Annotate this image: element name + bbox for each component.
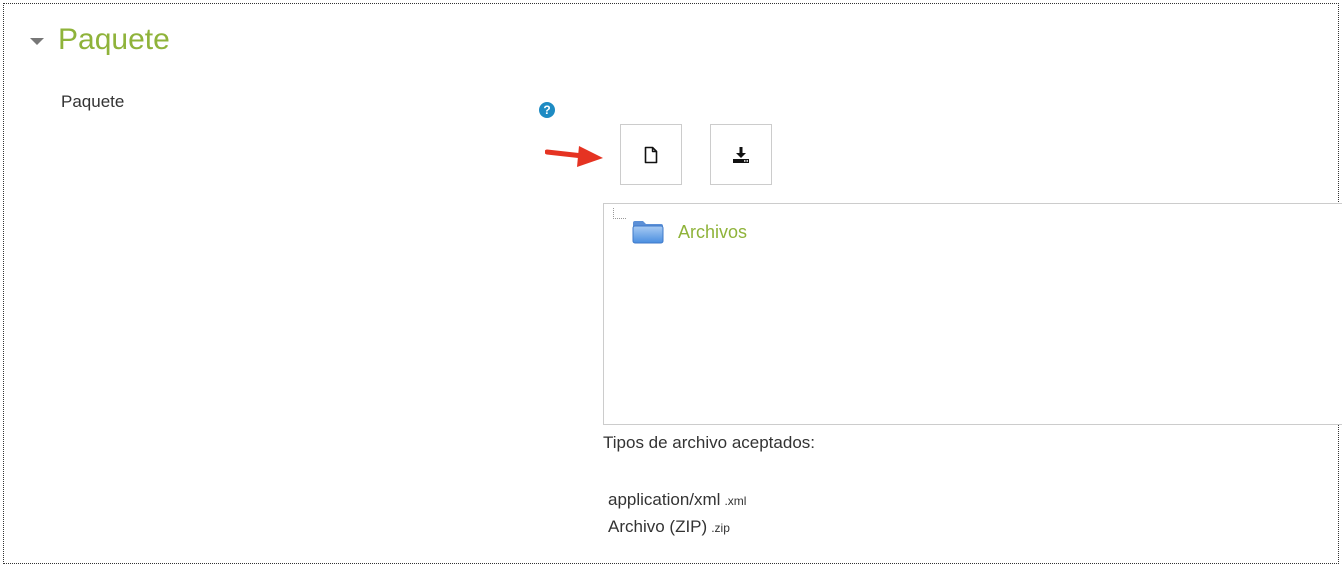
caret-down-icon bbox=[30, 37, 44, 45]
file-manager-area[interactable]: Archivos bbox=[603, 203, 1342, 425]
accepted-type-item: application/xml .xml bbox=[608, 487, 746, 514]
accepted-types-title: Tipos de archivo aceptados: bbox=[603, 433, 815, 452]
field-label: Paquete bbox=[61, 92, 125, 111]
accepted-type-name: application/xml bbox=[608, 490, 721, 509]
section-toggle[interactable]: Paquete bbox=[30, 20, 170, 60]
folder-item[interactable]: Archivos bbox=[632, 220, 747, 244]
accepted-type-ext: .zip bbox=[711, 521, 730, 535]
accepted-types-list: application/xml .xml Archivo (ZIP) .zip bbox=[608, 487, 746, 541]
file-icon bbox=[644, 146, 658, 163]
question-circle-icon[interactable]: ? bbox=[539, 102, 555, 118]
tree-connector bbox=[613, 208, 626, 219]
download-icon bbox=[733, 146, 749, 163]
red-arrow-icon bbox=[545, 146, 603, 167]
download-all-button[interactable] bbox=[710, 124, 772, 185]
folder-icon bbox=[632, 221, 664, 244]
accepted-type-item: Archivo (ZIP) .zip bbox=[608, 514, 746, 541]
add-file-button[interactable] bbox=[620, 124, 682, 185]
folder-label: Archivos bbox=[678, 221, 748, 242]
section-title: Paquete bbox=[58, 23, 170, 56]
accepted-type-name: Archivo (ZIP) bbox=[608, 517, 708, 536]
accepted-type-ext: .xml bbox=[724, 494, 747, 508]
